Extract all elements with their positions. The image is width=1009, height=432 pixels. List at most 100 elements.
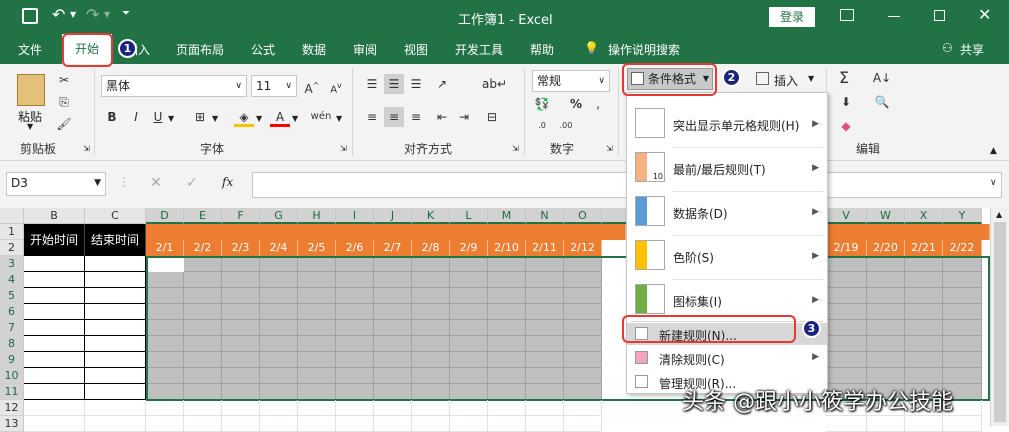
- empty-cell[interactable]: [564, 416, 602, 432]
- gantt-cell[interactable]: [374, 256, 412, 272]
- gantt-cell[interactable]: [374, 272, 412, 288]
- gantt-cell[interactable]: [336, 288, 374, 304]
- gantt-cell[interactable]: [222, 256, 260, 272]
- copy-icon[interactable]: ⎘: [54, 92, 74, 112]
- gantt-cell[interactable]: [526, 336, 564, 352]
- find-select-icon[interactable]: 🔍: [872, 92, 892, 112]
- date-cell[interactable]: 2/2: [184, 240, 222, 256]
- gantt-cell[interactable]: [260, 336, 298, 352]
- date-cell[interactable]: 2/3: [222, 240, 260, 256]
- gantt-cell[interactable]: [564, 352, 602, 368]
- row-header[interactable]: 5: [0, 288, 24, 304]
- date-cell[interactable]: 2/1: [146, 240, 184, 256]
- align-right-icon[interactable]: ≡: [406, 107, 426, 127]
- gantt-cell[interactable]: [298, 352, 336, 368]
- gantt-cell[interactable]: [526, 288, 564, 304]
- gantt-cell[interactable]: [867, 256, 905, 272]
- date-cell[interactable]: 2/7: [374, 240, 412, 256]
- row-header[interactable]: 3: [0, 256, 24, 272]
- gantt-cell[interactable]: [526, 352, 564, 368]
- gantt-cell[interactable]: [146, 368, 184, 384]
- menu-item[interactable]: 10 最前/最后规则(T) ▶: [627, 147, 827, 189]
- gantt-cell[interactable]: [222, 272, 260, 288]
- scroll-up-icon[interactable]: ▲: [996, 210, 1002, 219]
- input-cell[interactable]: [85, 288, 146, 304]
- row-header[interactable]: 13: [0, 416, 24, 432]
- gantt-cell[interactable]: [412, 288, 450, 304]
- borders-dropdown-icon[interactable]: ▼: [212, 114, 218, 123]
- gantt-cell[interactable]: [526, 304, 564, 320]
- gantt-cell[interactable]: [905, 336, 943, 352]
- empty-cell[interactable]: [826, 416, 867, 432]
- empty-cell[interactable]: [222, 416, 260, 432]
- bold-button[interactable]: B: [102, 107, 122, 127]
- font-color-dropdown-icon[interactable]: ▼: [292, 114, 298, 123]
- gantt-cell[interactable]: [412, 384, 450, 400]
- empty-cell[interactable]: [374, 416, 412, 432]
- empty-cell[interactable]: [146, 400, 184, 416]
- maximize-icon[interactable]: [934, 10, 945, 21]
- gantt-cell[interactable]: [564, 288, 602, 304]
- gantt-cell[interactable]: [826, 336, 867, 352]
- gantt-cell[interactable]: [184, 336, 222, 352]
- column-header[interactable]: X: [905, 208, 943, 224]
- sort-filter-icon[interactable]: A↓: [872, 68, 892, 88]
- increase-font-icon[interactable]: A^: [302, 76, 322, 96]
- column-header[interactable]: N: [526, 208, 564, 224]
- autosum-button[interactable]: Σ: [834, 68, 854, 88]
- input-cell[interactable]: [24, 352, 85, 368]
- empty-cell[interactable]: [564, 400, 602, 416]
- tab-help[interactable]: 帮助: [530, 41, 554, 58]
- empty-cell[interactable]: [222, 400, 260, 416]
- date-cell[interactable]: 2/6: [336, 240, 374, 256]
- input-cell[interactable]: [85, 304, 146, 320]
- paste-icon[interactable]: [17, 74, 45, 106]
- gantt-cell[interactable]: [488, 384, 526, 400]
- header-start-time[interactable]: 开始时间: [24, 224, 85, 256]
- gantt-cell[interactable]: [488, 368, 526, 384]
- insert-function-button[interactable]: fx: [222, 175, 233, 189]
- input-cell[interactable]: [24, 368, 85, 384]
- font-color-icon[interactable]: A: [270, 107, 290, 127]
- decrease-decimal-icon[interactable]: .00: [556, 116, 576, 136]
- gantt-cell[interactable]: [336, 272, 374, 288]
- empty-cell[interactable]: [260, 400, 298, 416]
- gantt-cell[interactable]: [260, 272, 298, 288]
- gantt-cell[interactable]: [374, 320, 412, 336]
- column-header[interactable]: K: [412, 208, 450, 224]
- empty-cell[interactable]: [526, 400, 564, 416]
- customize-qat-icon[interactable]: ⏷: [122, 8, 130, 19]
- gantt-cell[interactable]: [146, 304, 184, 320]
- gantt-cell[interactable]: [146, 272, 184, 288]
- gantt-cell[interactable]: [450, 272, 488, 288]
- empty-cell[interactable]: [867, 416, 905, 432]
- column-header[interactable]: L: [450, 208, 488, 224]
- row-header[interactable]: 6: [0, 304, 24, 320]
- gantt-cell[interactable]: [298, 368, 336, 384]
- align-middle-icon[interactable]: ☰: [384, 74, 404, 94]
- gantt-cell[interactable]: [298, 336, 336, 352]
- redo-icon[interactable]: ↷: [86, 5, 99, 24]
- select-all-corner[interactable]: [0, 208, 24, 224]
- gantt-cell[interactable]: [146, 320, 184, 336]
- orientation-icon[interactable]: ↗: [432, 74, 452, 94]
- gantt-cell[interactable]: [943, 288, 982, 304]
- empty-cell[interactable]: [24, 400, 85, 416]
- gantt-cell[interactable]: [488, 272, 526, 288]
- gantt-cell[interactable]: [184, 304, 222, 320]
- confirm-entry-icon[interactable]: ✓: [186, 175, 198, 191]
- gantt-cell[interactable]: [905, 256, 943, 272]
- gantt-cell[interactable]: [826, 272, 867, 288]
- gantt-cell[interactable]: [826, 304, 867, 320]
- scroll-thumb[interactable]: [994, 222, 1006, 422]
- gantt-cell[interactable]: [260, 368, 298, 384]
- tab-page-layout[interactable]: 页面布局: [176, 41, 224, 58]
- gantt-cell[interactable]: [450, 288, 488, 304]
- menu-item[interactable]: 突出显示单元格规则(H) ▶: [627, 103, 827, 145]
- gantt-cell[interactable]: [146, 384, 184, 400]
- gantt-cell[interactable]: [905, 272, 943, 288]
- active-cell[interactable]: [146, 256, 184, 272]
- tab-developer[interactable]: 开发工具: [455, 41, 503, 58]
- gantt-cell[interactable]: [943, 272, 982, 288]
- format-painter-icon[interactable]: 🖌: [54, 114, 74, 134]
